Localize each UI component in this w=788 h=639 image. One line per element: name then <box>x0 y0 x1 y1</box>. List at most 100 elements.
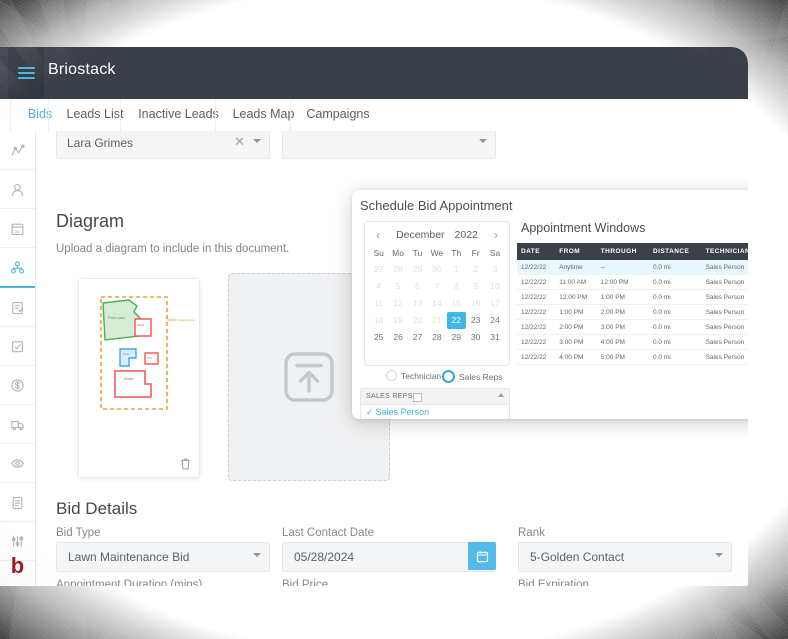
calendar-icon[interactable] <box>468 542 496 570</box>
last-contact-date-value: 05/28/2024 <box>294 550 355 564</box>
table-row[interactable]: 12/22/22 Anytime -- 0.0 mi Sales Person <box>517 260 748 275</box>
calendar-dow-su: Su <box>373 248 384 258</box>
radio-label: Technician <box>401 370 442 381</box>
rank-value: 5-Golden Contact <box>530 550 625 564</box>
tab-campaigns[interactable]: Campaigns <box>290 99 385 131</box>
clear-x-icon[interactable]: ✕ <box>234 134 245 150</box>
reports-document-icon[interactable] <box>0 483 35 522</box>
column-header-distance: DISTANCE <box>648 243 702 260</box>
list-item[interactable]: ✓ Sales Person <box>366 405 429 419</box>
table-cell: 12/22/22 <box>517 319 556 335</box>
routes-truck-icon[interactable] <box>0 405 35 444</box>
radio-sales-reps[interactable]: Sales Reps <box>442 370 502 383</box>
table-cell: 2:00 PM <box>596 304 649 320</box>
calendar-day-29[interactable]: 29 <box>447 329 466 346</box>
calendar-dow-we: We <box>430 248 444 258</box>
calendar-day-26[interactable]: 26 <box>388 329 407 346</box>
table-cell: 12/22/22 <box>517 304 556 320</box>
table-cell: 12/22/22 <box>517 289 556 305</box>
clipboard-icon[interactable] <box>0 288 35 327</box>
table-row[interactable]: 12/22/22 12:00 PM 1:00 PM 0.0 mi Sales Perso… <box>517 289 748 305</box>
table-cell: -- <box>596 260 649 275</box>
analytics-icon[interactable] <box>0 131 35 170</box>
radio-technician[interactable]: Technician <box>386 370 441 381</box>
lead-select[interactable]: Lara Grimes ✕ <box>56 131 270 159</box>
table-row[interactable]: 12/22/22 1:00 PM 2:00 PM 0.0 mi Sales Person <box>517 304 748 320</box>
calendar-year: 2022 <box>454 229 478 241</box>
calendar-day-7: 7 <box>434 281 440 291</box>
rank-select[interactable]: 5-Golden Contact <box>518 542 732 572</box>
secondary-select[interactable] <box>282 131 496 159</box>
calendar-day-20: 20 <box>412 315 423 325</box>
customer-icon[interactable] <box>0 170 35 209</box>
inspection-eye-icon[interactable] <box>0 444 35 483</box>
calendar-day-14: 14 <box>432 298 442 308</box>
tasks-checkbox-icon[interactable] <box>0 327 35 366</box>
last-contact-date-field[interactable]: 05/28/2024 <box>282 542 496 572</box>
column-header-through: THROUGH <box>596 243 649 260</box>
bid-type-select[interactable]: Lawn Maintenance Bid <box>56 542 270 572</box>
calendar-day-10: 10 <box>490 281 500 291</box>
calendar-day-23[interactable]: 23 <box>466 312 485 329</box>
calendar-day-17: 17 <box>490 298 500 308</box>
screenshot-frame: Briostack Search... (ctrl+alt+f) JS Bids… <box>0 0 788 639</box>
column-header-technician: TECHNICIAN <box>701 243 748 260</box>
table-cell: 4:00 PM <box>596 334 649 350</box>
calendar-day-1: 1 <box>453 264 459 274</box>
calendar-day-3: 3 <box>492 264 498 274</box>
select-all-checkbox[interactable] <box>413 393 422 402</box>
billing-dollar-icon[interactable] <box>0 366 35 405</box>
table-cell: 12/22/22 <box>517 334 556 350</box>
diagram-subtext: Upload a diagram to include in this docu… <box>56 243 290 255</box>
table-cell: 1:00 PM <box>596 289 649 305</box>
table-row[interactable]: 12/22/22 3:00 PM 4:00 PM 0.0 mi Sales Person <box>517 334 748 350</box>
calendar-icon[interactable]: 31 <box>0 209 35 248</box>
briostack-logo: b <box>10 553 25 578</box>
calendar-day-8: 8 <box>453 281 459 291</box>
calendar-day-4: 4 <box>376 281 382 291</box>
hamburger-menu-icon[interactable] <box>8 47 44 99</box>
calendar-day-24[interactable]: 24 <box>485 312 504 329</box>
calendar-day-30[interactable]: 30 <box>466 329 485 346</box>
leads-people-icon[interactable] <box>0 248 35 288</box>
radio-dot <box>442 370 455 383</box>
lead-select-value: Lara Grimes <box>67 136 134 150</box>
calendar-dow-fr: Fr <box>471 248 480 258</box>
bid-price-label: Bid Price <box>282 579 329 586</box>
rank-label: Rank <box>518 527 545 539</box>
table-cell: 2:00 PM <box>555 319 597 335</box>
trash-icon[interactable] <box>179 457 192 471</box>
table-cell: 1:00 PM <box>555 304 597 320</box>
check-icon: ✓ <box>366 407 374 417</box>
chevron-right-icon[interactable]: › <box>487 225 505 245</box>
calendar-day-21: 21 <box>432 315 442 325</box>
table-body: 12/22/22 Anytime -- 0.0 mi Sales Person 12/22… <box>517 260 748 365</box>
bid-expiration-label: Bid Expiration <box>518 579 589 586</box>
table-cell: Sales Person <box>701 274 748 290</box>
chevron-down-icon <box>715 553 723 557</box>
radio-label: Sales Reps <box>459 371 503 382</box>
table-cell: 0.0 mi <box>648 304 702 320</box>
svg-text:House: House <box>124 377 133 381</box>
table-row[interactable]: 12/22/22 11:00 AM 12:00 PM 0.0 mi Sales Pers… <box>517 274 748 290</box>
table-cell: Sales Person <box>701 289 748 305</box>
chevron-down-icon <box>479 139 487 143</box>
table-cell: Sales Person <box>701 349 748 365</box>
appointment-windows-panel: Appointment Windows DATE FROM THROUGH DISTA… <box>517 221 748 413</box>
table-row[interactable]: 12/22/22 4:00 PM 5:00 PM 0.0 mi Sales Person <box>517 349 748 365</box>
appointment-duration-label: Appointment Duration (mins) <box>56 579 203 586</box>
property-diagram-thumbnail[interactable]: Front Lawn Shed Pool Unit House Property… <box>78 278 200 478</box>
table-cell: 4:00 PM <box>555 349 597 365</box>
calendar-day-29: 29 <box>412 264 423 274</box>
calendar-day-27[interactable]: 27 <box>408 329 427 346</box>
chevron-up-icon[interactable] <box>498 393 504 397</box>
table-cell: 0.0 mi <box>648 334 702 350</box>
calendar-day-25[interactable]: 25 <box>369 329 388 346</box>
calendar-day-28[interactable]: 28 <box>427 329 446 346</box>
section-tabs: Bids Leads List Inactive Leads Leads Map Cam… <box>0 99 748 133</box>
sales-reps-picker[interactable]: SALES REPS ✓ Sales Person <box>360 388 510 419</box>
calendar-day-22[interactable]: 22 <box>446 312 466 329</box>
calendar-day-13: 13 <box>412 298 423 308</box>
table-row[interactable]: 12/22/22 2:00 PM 3:00 PM 0.0 mi Sales Person <box>517 319 748 335</box>
calendar-day-31[interactable]: 31 <box>485 329 504 346</box>
